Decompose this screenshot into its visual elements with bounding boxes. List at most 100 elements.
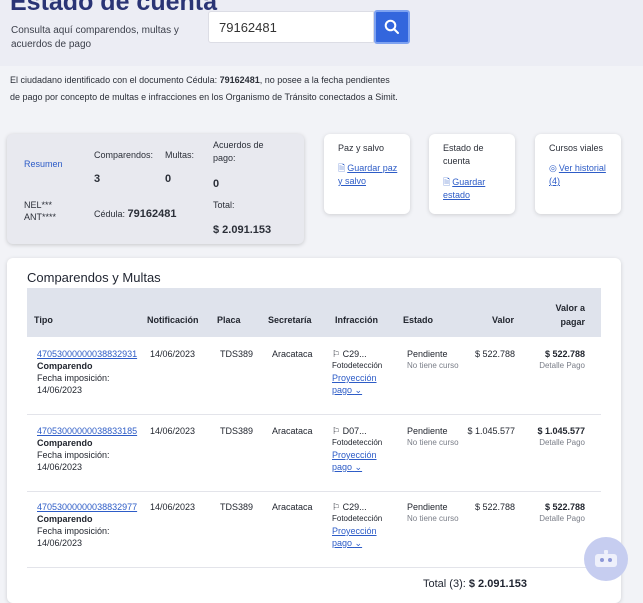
comparendos-value: 3 [94,173,101,185]
infraccion-cell: ⚐ D07... Fotodetección Proyección pago ⌄ [332,425,397,473]
flag-icon: ⚐ [332,426,341,436]
summary-resumen-label: Resumen [24,159,63,169]
guardar-estado-link[interactable]: 🗎 Guardar estado [443,176,507,202]
table-total-value: $ 2.091.153 [468,578,527,590]
estado-value: Pendiente [407,502,448,512]
valor-cell: $ 522.788 [474,502,515,512]
chevron-down-icon: ⌄ [354,385,363,395]
curso-value: No tiene curso [407,514,459,523]
eye-icon: ◎ [549,163,557,173]
estado-value: Pendiente [407,426,448,436]
tipo-label: Comparendo [37,514,93,524]
valor-cell: $ 1.045.577 [467,426,515,436]
status-message: El ciudadano identificado con el documen… [10,72,400,106]
flag-icon: ⚐ [332,502,341,512]
valor-pagar-value: $ 1.045.577 [537,426,585,436]
fuente-value: Fotodetección [332,514,383,523]
cursos-viales-card: Cursos viales ◎ Ver historial (4) [535,134,621,214]
guardar-paz-salvo-label: Guardar paz y salvo [338,163,398,186]
total-value: $ 2.091.153 [213,224,272,236]
ver-historial-label: Ver historial (4) [549,163,606,186]
total-label: Total: [213,200,235,210]
col-notificacion: Notificación [147,315,199,325]
estado-cell: Pendiente No tiene curso [407,501,467,525]
cursos-viales-title: Cursos viales [549,143,604,153]
proyeccion-pago-link[interactable]: Proyección pago ⌄ [332,449,382,473]
infraccion-code: C29... [342,502,367,512]
infraccion-code: C29... [342,349,367,359]
acuerdos-label: Acuerdos de pago: [213,140,264,163]
chevron-down-icon: ⌄ [354,538,363,548]
chatbot-button[interactable] [584,537,628,581]
comparendo-id-link[interactable]: 47053000000038832977 [37,501,142,513]
table-title: Comparendos y Multas [27,270,161,285]
table-row: 47053000000038832977 Comparendo Fecha im… [27,491,601,568]
paz-salvo-title: Paz y salvo [338,143,385,153]
fecha-value: 14/06/2023 [37,538,83,548]
detalle-pago-link[interactable]: Detalle Pago [527,360,585,372]
valor-cell: $ 522.788 [474,349,515,359]
fecha-label: Fecha imposición: [37,526,110,536]
table-total-label: Total (3): [423,578,466,590]
comparendos-table-card: Comparendos y Multas Tipo Notificación P… [7,258,621,603]
fuente-value: Fotodetección [332,438,383,447]
tipo-label: Comparendo [37,361,93,371]
page-header: Estado de cuenta Consulta aquí comparend… [0,0,643,66]
placa-cell: TDS389 [220,502,254,512]
curso-value: No tiene curso [407,361,459,370]
cedula-label: Cédula: [94,209,126,219]
comparendo-id-link[interactable]: 47053000000038833185 [37,425,142,437]
estado-cell: Pendiente No tiene curso [407,348,467,372]
status-document: 79162481 [219,75,260,85]
table-row: 47053000000038833185 Comparendo Fecha im… [27,415,601,492]
cedula-row: Cédula: 79162481 [94,208,177,220]
notificacion-cell: 14/06/2023 [150,502,196,512]
comparendo-id-link[interactable]: 47053000000038832931 [37,348,142,360]
valor-pagar-cell: $ 522.788 Detalle Pago [527,501,585,525]
comparendos-label: Comparendos: [94,150,154,160]
tipo-cell: 47053000000038832931 Comparendo Fecha im… [37,348,142,396]
col-valor: Valor [492,315,515,325]
proyeccion-pago-link[interactable]: Proyección pago ⌄ [332,372,382,396]
summary-name-line2: ANT**** [24,212,57,222]
infraccion-cell: ⚐ C29... Fotodetección Proyección pago ⌄ [332,501,397,549]
document-icon: 🗎 [443,177,451,187]
estado-value: Pendiente [407,349,448,359]
status-prefix: El ciudadano identificado con el documen… [10,75,220,85]
estado-cell: Pendiente No tiene curso [407,425,467,449]
col-secretaria: Secretaría [268,315,312,325]
proyeccion-pago-link[interactable]: Proyección pago ⌄ [332,525,382,549]
detalle-pago-link[interactable]: Detalle Pago [521,437,585,449]
robot-icon [595,550,617,567]
valor-pagar-cell: $ 522.788 Detalle Pago [527,348,585,372]
summary-card: Resumen NEL*** ANT**** Comparendos: 3 Mu… [7,134,304,244]
page-title: Estado de cuenta [10,0,217,16]
secretaria-cell: Aracataca [272,349,313,359]
fuente-value: Fotodetección [332,361,383,370]
fecha-label: Fecha imposición: [37,373,110,383]
page-subtitle: Consulta aquí comparendos, multas y acue… [11,25,179,50]
search-input[interactable] [208,11,374,43]
guardar-paz-salvo-link[interactable]: 🗎 Guardar paz y salvo [338,162,402,188]
cedula-value: 79162481 [127,208,177,220]
col-valor-pagar: Valor a pagar [555,303,585,327]
estado-cuenta-card: Estado de cuenta 🗎 Guardar estado [429,134,515,214]
detalle-pago-link[interactable]: Detalle Pago [527,513,585,525]
notificacion-cell: 14/06/2023 [150,426,196,436]
table-header: Tipo Notificación Placa Secretaría Infra… [27,288,601,337]
col-tipo: Tipo [34,315,53,325]
search-button[interactable] [374,10,410,44]
paz-salvo-card: Paz y salvo 🗎 Guardar paz y salvo [324,134,410,214]
table-total: Total (3): $ 2.091.153 [423,578,527,590]
secretaria-cell: Aracataca [272,502,313,512]
summary-name: NEL*** ANT**** [24,199,56,223]
table-row: 47053000000038832931 Comparendo Fecha im… [27,338,601,415]
estado-cuenta-title: Estado de cuenta [443,143,484,166]
summary-name-line1: NEL*** [24,200,53,210]
fecha-label: Fecha imposición: [37,450,110,460]
ver-historial-link[interactable]: ◎ Ver historial (4) [549,162,613,188]
fecha-value: 14/06/2023 [37,462,83,472]
search-icon [384,19,399,34]
valor-pagar-value: $ 522.788 [544,349,585,359]
multas-value: 0 [165,173,172,185]
